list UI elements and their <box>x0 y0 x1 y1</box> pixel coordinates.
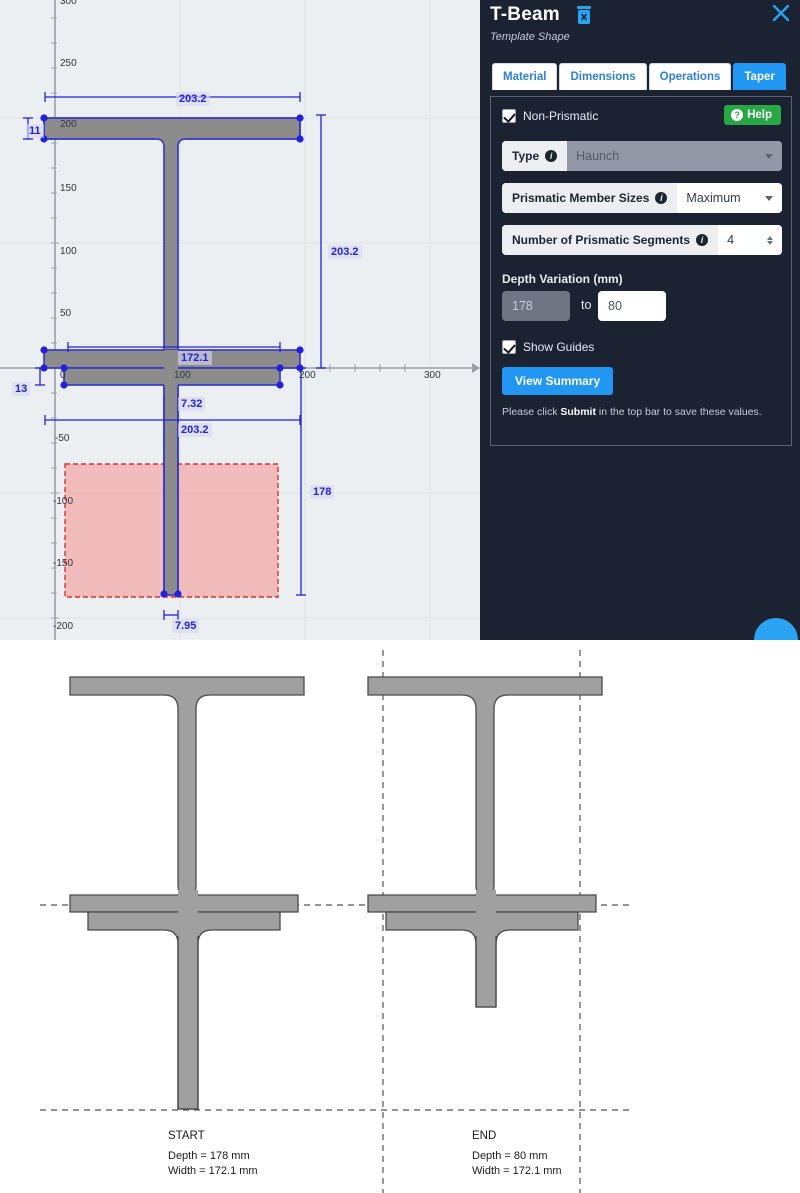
number-of-segments-field[interactable]: Number of Prismatic Segments i 4 <box>502 225 782 255</box>
application-root: 300 250 200 150 100 50 0 -50 -100 -150 -… <box>0 0 800 1193</box>
y-tick-300: 300 <box>60 0 77 7</box>
end-title: END <box>472 1130 497 1142</box>
x-tick-200: 200 <box>299 370 316 381</box>
depth-variation-separator: to <box>581 298 592 312</box>
number-of-segments-value: 4 <box>727 233 735 247</box>
type-label: Type <box>512 149 540 163</box>
type-select[interactable]: Haunch <box>567 141 782 171</box>
panel-subtitle: Template Shape <box>490 31 570 43</box>
dim-top-flange-thickness[interactable]: 11 <box>26 124 44 138</box>
type-label-group: Type i <box>502 141 568 171</box>
number-of-segments-label-group: Number of Prismatic Segments i <box>502 225 719 255</box>
end-width: Width = 172.1 mm <box>472 1165 562 1177</box>
panel-title: T-Beam <box>490 4 560 25</box>
chevron-down-icon[interactable] <box>765 195 773 201</box>
taper-settings-card: Non-Prismatic ? Help Type i Haunch Prism… <box>490 96 792 446</box>
taper-preview-diagram: START Depth = 178 mm Width = 172.1 mm EN… <box>0 640 800 1193</box>
view-summary-button[interactable]: View Summary <box>502 367 614 395</box>
panel-tabs: Material Dimensions Operations Taper <box>492 63 786 90</box>
cad-drawing <box>0 0 480 640</box>
info-icon[interactable]: i <box>655 192 668 204</box>
cad-viewport[interactable]: 300 250 200 150 100 50 0 -50 -100 -150 -… <box>0 0 480 640</box>
x-tick-100: 100 <box>174 370 191 381</box>
y-tick-200: 200 <box>60 119 77 130</box>
start-title: START <box>168 1130 205 1142</box>
tab-taper[interactable]: Taper <box>733 63 786 90</box>
dim-mid-flange-width[interactable]: 172.1 <box>178 351 212 365</box>
start-depth: Depth = 178 mm <box>168 1150 250 1162</box>
y-tick-0: 0 <box>60 370 66 381</box>
chevron-down-icon[interactable] <box>765 153 773 159</box>
y-tick-100: 100 <box>60 246 77 257</box>
y-tick-neg50: -50 <box>55 433 70 444</box>
prismatic-member-sizes-label-group: Prismatic Member Sizes i <box>502 183 678 213</box>
help-label: Help <box>747 109 772 121</box>
prismatic-member-sizes-select[interactable]: Maximum <box>677 183 782 213</box>
non-prismatic-row[interactable]: Non-Prismatic <box>502 109 598 123</box>
start-width: Width = 172.1 mm <box>168 1165 258 1177</box>
close-icon[interactable] <box>770 2 792 24</box>
y-tick-150: 150 <box>60 183 77 194</box>
dim-overall-depth-upper[interactable]: 203.2 <box>328 245 362 259</box>
dim-top-flange-width[interactable]: 203.2 <box>176 92 210 106</box>
y-tick-neg150: -150 <box>53 558 74 569</box>
dim-stem-depth[interactable]: 178 <box>310 485 335 499</box>
tab-dimensions[interactable]: Dimensions <box>559 63 647 90</box>
y-tick-250: 250 <box>60 58 77 69</box>
type-field[interactable]: Type i Haunch <box>502 141 782 171</box>
submit-note-suffix: in the top bar to save these values. <box>595 406 762 418</box>
non-prismatic-checkbox[interactable] <box>502 109 516 123</box>
depth-variation-to-input[interactable]: 80 <box>598 291 666 321</box>
depth-variation-label: Depth Variation (mm) <box>502 272 623 286</box>
number-of-segments-label: Number of Prismatic Segments <box>512 233 691 247</box>
help-button[interactable]: ? Help <box>724 105 781 125</box>
show-guides-checkbox[interactable] <box>502 340 516 354</box>
y-tick-neg200: -200 <box>53 621 74 632</box>
dim-web-thickness[interactable]: 7.32 <box>178 397 206 411</box>
trash-icon[interactable] <box>575 5 593 25</box>
y-tick-neg100: -100 <box>53 496 74 507</box>
end-depth: Depth = 80 mm <box>472 1150 548 1162</box>
dim-stem-thickness[interactable]: 7.95 <box>172 619 200 633</box>
x-tick-300: 300 <box>424 370 441 381</box>
type-value: Haunch <box>576 149 620 163</box>
end-section-shape <box>367 676 603 1008</box>
stepper-icon[interactable] <box>767 235 773 245</box>
depth-variation-from-input[interactable]: 178 <box>502 291 570 321</box>
taper-preview-drawing <box>40 650 630 1193</box>
tab-operations[interactable]: Operations <box>648 63 732 90</box>
submit-note-bold: Submit <box>560 406 596 418</box>
y-tick-50: 50 <box>60 308 72 319</box>
submit-note: Please click Submit in the top bar to sa… <box>502 405 777 419</box>
tab-material[interactable]: Material <box>492 63 558 90</box>
submit-note-prefix: Please click <box>502 406 561 418</box>
info-icon[interactable]: i <box>696 234 709 246</box>
info-icon[interactable]: i <box>545 150 558 162</box>
dim-overall-depth-lower[interactable]: 203.2 <box>178 423 212 437</box>
show-guides-label: Show Guides <box>523 340 595 354</box>
question-circle-icon: ? <box>731 109 744 121</box>
prismatic-member-sizes-value: Maximum <box>686 191 741 205</box>
dim-bottom-flange-thickness[interactable]: 13 <box>12 382 31 396</box>
show-guides-row[interactable]: Show Guides <box>502 340 594 354</box>
number-of-segments-input[interactable]: 4 <box>718 225 782 255</box>
prismatic-member-sizes-field[interactable]: Prismatic Member Sizes i Maximum <box>502 183 782 213</box>
prismatic-member-sizes-label: Prismatic Member Sizes <box>512 191 650 205</box>
non-prismatic-label: Non-Prismatic <box>523 109 599 123</box>
